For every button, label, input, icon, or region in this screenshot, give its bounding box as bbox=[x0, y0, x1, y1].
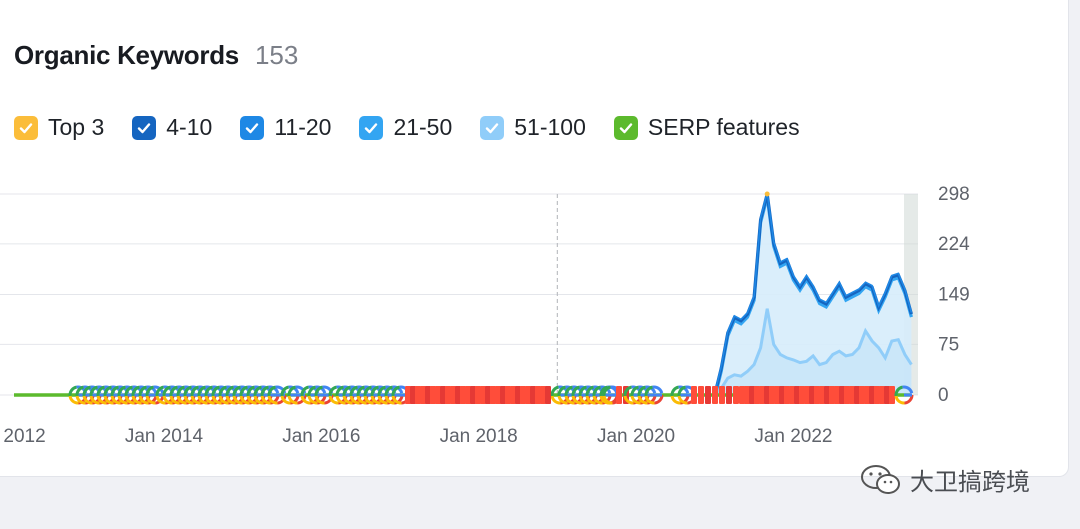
google-update-flag bbox=[726, 386, 732, 404]
google-icon-bar bbox=[317, 393, 325, 397]
checkbox-checked-icon[interactable] bbox=[359, 115, 384, 140]
legend: Top 3 4-10 11-20 21-50 51-100 SERP features bbox=[14, 114, 828, 141]
watermark: 大卫搞跨境 bbox=[860, 462, 1030, 497]
checkbox-checked-icon[interactable] bbox=[14, 115, 38, 140]
google-update-flag bbox=[889, 386, 895, 404]
google-icon-bar bbox=[270, 393, 278, 397]
checkbox-checked-icon[interactable] bbox=[132, 115, 157, 140]
legend-label: 11-20 bbox=[274, 114, 332, 140]
google-icon-bar bbox=[654, 393, 662, 397]
legend-label: 51-100 bbox=[514, 114, 586, 140]
checkbox-checked-icon[interactable] bbox=[480, 115, 505, 140]
legend-item-4-10[interactable]: 4-10 bbox=[132, 114, 212, 141]
legend-item-51-100[interactable]: 51-100 bbox=[480, 114, 586, 141]
google-update-flag bbox=[545, 386, 551, 404]
google-update-flag bbox=[616, 386, 622, 404]
checkbox-checked-icon[interactable] bbox=[613, 115, 638, 140]
legend-item-serp-features[interactable]: SERP features bbox=[613, 114, 800, 141]
y-tick-label: 298 bbox=[938, 184, 970, 205]
x-tick-label: Jan 2020 bbox=[597, 426, 675, 447]
wechat-icon bbox=[861, 464, 900, 494]
x-tick-label: Jan 2018 bbox=[440, 426, 518, 447]
keyword-count: 153 bbox=[254, 40, 299, 70]
chart-title: Organic Keywords bbox=[14, 40, 239, 70]
x-tick-label: Jan 2016 bbox=[282, 426, 360, 447]
keywords-chart: 0 75 149 224 298 Jan 2012 Jan 2014 Jan 2016 Jan … bbox=[0, 184, 970, 447]
google-icon-bar bbox=[904, 393, 912, 397]
organic-keywords-card: Organic Keywords 153 Top 3 4-10 11-20 21-50… bbox=[0, 0, 1069, 477]
x-tick-label: Jan 2014 bbox=[125, 426, 204, 447]
legend-item-21-50[interactable]: 21-50 bbox=[359, 114, 452, 141]
x-tick-label: Jan 2012 bbox=[0, 426, 46, 447]
legend-label: 4-10 bbox=[166, 114, 213, 140]
legend-item-11-20[interactable]: 11-20 bbox=[240, 114, 331, 141]
top3-point bbox=[764, 191, 770, 197]
google-update-flag bbox=[733, 386, 739, 404]
google-update-flag bbox=[698, 386, 704, 404]
checkbox-checked-icon[interactable] bbox=[240, 115, 265, 140]
google-icon-bar bbox=[148, 393, 156, 397]
legend-label: Top 3 bbox=[48, 114, 105, 140]
y-tick-label: 149 bbox=[938, 285, 970, 306]
google-icon-bar bbox=[290, 393, 298, 397]
y-tick-label: 0 bbox=[938, 385, 949, 406]
legend-item-top-3[interactable]: Top 3 bbox=[14, 114, 104, 141]
google-update-flag bbox=[691, 386, 697, 404]
legend-label: SERP features bbox=[647, 114, 800, 140]
watermark-text: 大卫搞跨境 bbox=[910, 469, 1030, 496]
google-icon-bar bbox=[394, 393, 402, 397]
y-tick-label: 224 bbox=[938, 234, 970, 255]
google-update-flag bbox=[712, 386, 718, 404]
google-update-flag bbox=[719, 386, 725, 404]
x-tick-label: Jan 2022 bbox=[754, 426, 832, 447]
legend-label: 21-50 bbox=[393, 114, 453, 140]
y-tick-label: 75 bbox=[938, 334, 959, 355]
google-icon-bar bbox=[680, 393, 688, 397]
google-update-flag bbox=[705, 386, 711, 404]
google-icon-bar bbox=[647, 393, 655, 397]
title-row: Organic Keywords 153 bbox=[14, 40, 298, 71]
